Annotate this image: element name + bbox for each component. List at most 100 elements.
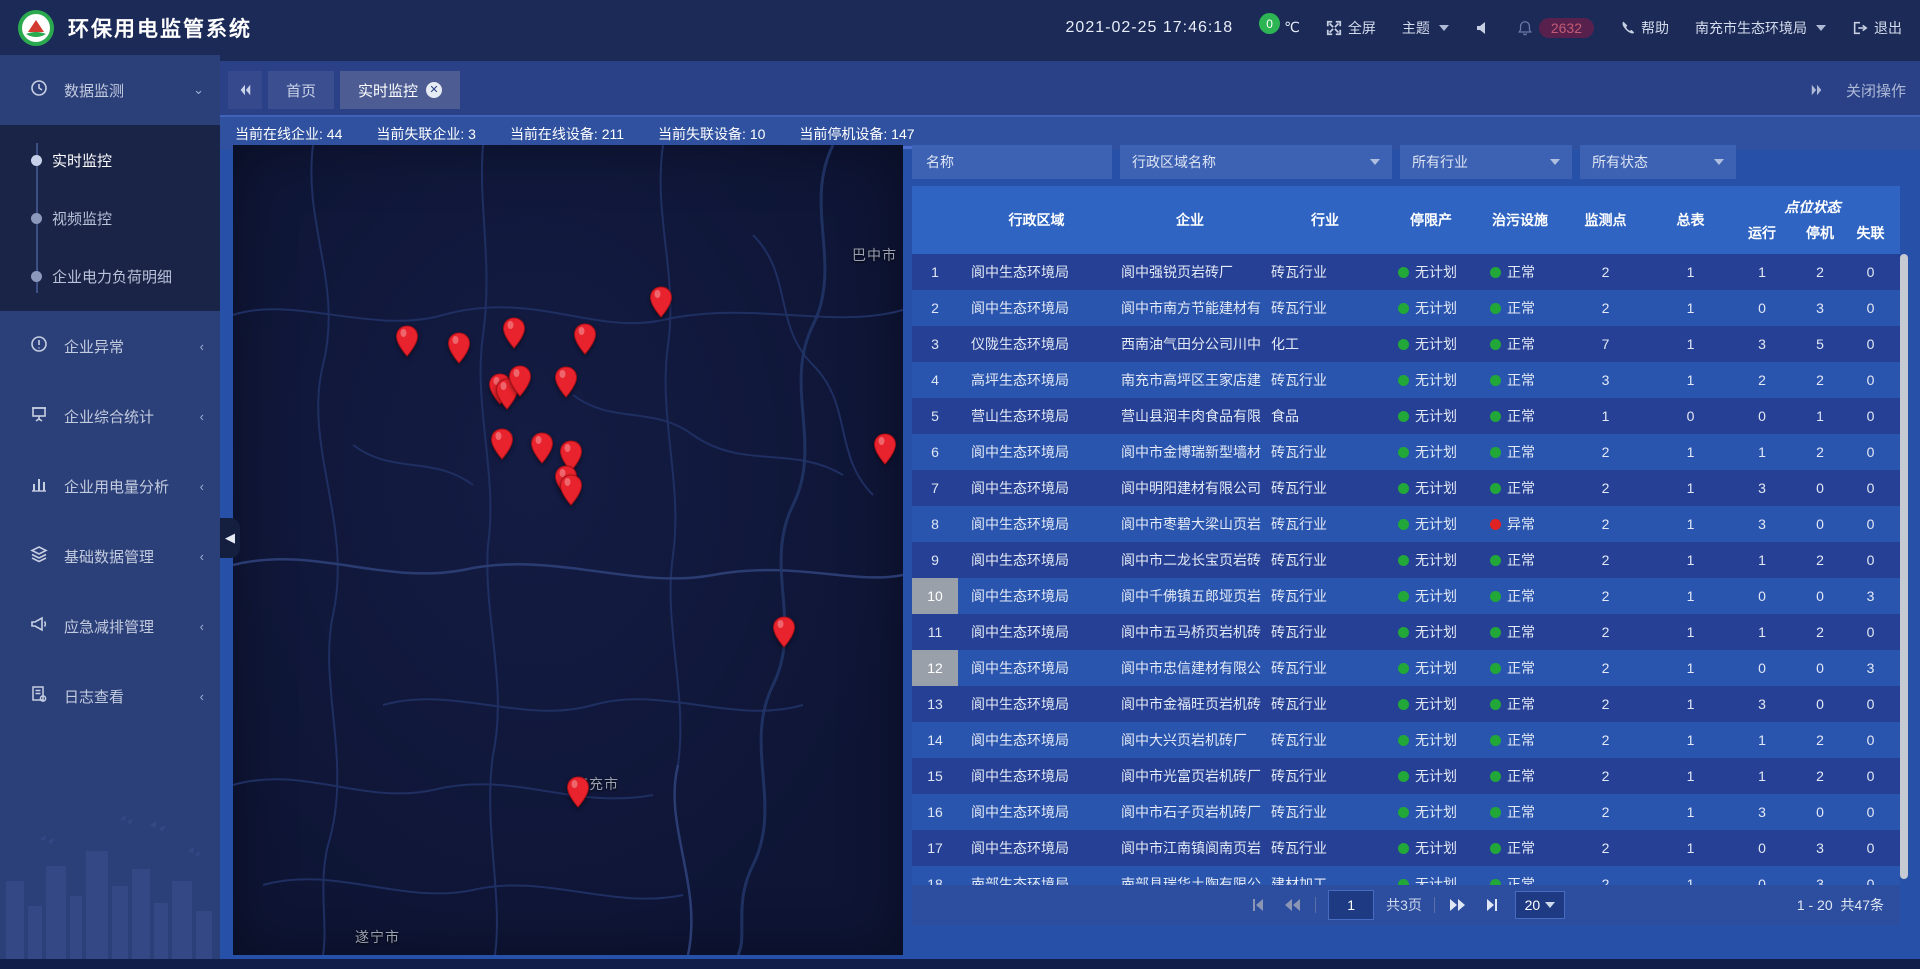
next-page-button[interactable] — [1447, 894, 1469, 916]
map-panel[interactable]: 巴中市南充市遂宁市 — [233, 145, 903, 955]
status-dot-green — [1490, 699, 1501, 710]
sidebar-collapse-handle[interactable]: ◀ — [220, 518, 240, 558]
sidebar-subitem-3[interactable]: 企业电力负荷明细 — [0, 247, 220, 305]
tabs-scroll-left-button[interactable] — [228, 71, 262, 109]
status-dot-green — [1398, 375, 1409, 386]
sidebar-item-1[interactable]: 数据监测⌄ — [0, 55, 220, 125]
map-marker-pin[interactable] — [873, 433, 897, 465]
cell-treatment: 正常 — [1477, 686, 1563, 722]
map-marker-pin[interactable] — [530, 432, 554, 464]
map-marker-pin[interactable] — [559, 474, 583, 506]
main-content: 首页 实时监控 ✕ 关闭操作 当前在线企业: 44当前失联企业: 3当前在线设备… — [220, 55, 1920, 969]
map-marker-pin[interactable] — [395, 325, 419, 357]
help-button[interactable]: 帮助 — [1620, 18, 1669, 38]
theme-dropdown[interactable]: 主题 — [1402, 18, 1449, 38]
cell-stop: 3 — [1791, 830, 1849, 866]
close-tab-icon[interactable]: ✕ — [426, 82, 442, 98]
map-marker-pin[interactable] — [554, 366, 578, 398]
status-dot-green — [1398, 519, 1409, 530]
map-marker-pin[interactable] — [573, 323, 597, 355]
sound-button[interactable] — [1475, 20, 1491, 36]
cell-region: 阆中生态环境局 — [958, 722, 1115, 758]
table-row[interactable]: 9阆中生态环境局阆中市二龙长宝页岩砖砖瓦行业无计划正常21120 — [912, 542, 1900, 578]
cell-company: 阆中市金福旺页岩机砖 — [1115, 686, 1265, 722]
table-row[interactable]: 11阆中生态环境局阆中市五马桥页岩机砖砖瓦行业无计划正常21120 — [912, 614, 1900, 650]
page-number-input[interactable] — [1328, 890, 1374, 920]
cell-monitors: 2 — [1563, 542, 1648, 578]
datetime: 2021-02-25 17:46:18 — [1066, 19, 1234, 37]
close-operations-button[interactable]: 关闭操作 — [1846, 80, 1906, 101]
first-page-button[interactable] — [1247, 894, 1269, 916]
cell-run: 0 — [1733, 866, 1791, 885]
logout-button[interactable]: 退出 — [1852, 18, 1902, 38]
table-row[interactable]: 3仪陇生态环境局西南油气田分公司川中化工无计划正常71350 — [912, 326, 1900, 362]
sidebar-item-2[interactable]: 企业异常‹ — [0, 311, 220, 381]
app-root: 环保用电监管系统 2021-02-25 17:46:18 0 ℃ 全屏 主题 — [0, 0, 1920, 969]
table-row[interactable]: 6阆中生态环境局阆中市金博瑞新型墙材砖瓦行业无计划正常21120 — [912, 434, 1900, 470]
notifications[interactable]: 2632 — [1517, 18, 1594, 38]
sidebar-item-3[interactable]: 企业综合统计‹ — [0, 381, 220, 451]
cell-lost: 0 — [1849, 506, 1892, 542]
chevrons-right-icon[interactable] — [1810, 83, 1824, 97]
table-row[interactable]: 8阆中生态环境局阆中市枣碧大梁山页岩砖瓦行业无计划异常21300 — [912, 506, 1900, 542]
table-row[interactable]: 4高坪生态环境局南充市高坪区王家店建砖瓦行业无计划正常31220 — [912, 362, 1900, 398]
fullscreen-button[interactable]: 全屏 — [1326, 18, 1376, 38]
row-number: 16 — [912, 794, 958, 830]
table-row[interactable]: 18南部生态环境局南部县瑞华土陶有限公建材加工无计划正常21030 — [912, 866, 1900, 885]
chevron-left-icon: ‹ — [200, 479, 204, 494]
cell-region: 阆中生态环境局 — [958, 758, 1115, 794]
tab-home[interactable]: 首页 — [268, 71, 334, 109]
sidebar-item-6[interactable]: 应急减排管理‹ — [0, 591, 220, 661]
col-company: 企业 — [1115, 186, 1265, 254]
sidebar-item-4[interactable]: 企业用电量分析‹ — [0, 451, 220, 521]
status-filter-select[interactable]: 所有状态 — [1580, 145, 1736, 179]
status-dot-green — [1490, 375, 1501, 386]
cell-company: 阆中市枣碧大梁山页岩 — [1115, 506, 1265, 542]
sidebar-subitem-1[interactable]: 实时监控 — [0, 131, 220, 189]
table-body: 1阆中生态环境局阆中强锐页岩砖厂砖瓦行业无计划正常211202阆中生态环境局阆中… — [912, 254, 1900, 885]
name-filter-input[interactable] — [924, 153, 1100, 171]
prev-page-button[interactable] — [1281, 894, 1303, 916]
map-marker-pin[interactable] — [502, 317, 526, 349]
table-scrollbar[interactable] — [1900, 254, 1908, 879]
cell-region: 阆中生态环境局 — [958, 434, 1115, 470]
page-size-select[interactable]: 20 — [1515, 891, 1565, 919]
table-row[interactable]: 7阆中生态环境局阆中明阳建材有限公司砖瓦行业无计划正常21300 — [912, 470, 1900, 506]
sidebar-subitem-2[interactable]: 视频监控 — [0, 189, 220, 247]
map-marker-pin[interactable] — [649, 286, 673, 318]
sidebar-item-5[interactable]: 基础数据管理‹ — [0, 521, 220, 591]
status-dot-green — [1398, 663, 1409, 674]
table-row[interactable]: 10阆中生态环境局阆中千佛镇五郎垭页岩砖瓦行业无计划正常21003 — [912, 578, 1900, 614]
chevron-left-icon: ‹ — [200, 549, 204, 564]
table-row[interactable]: 5营山生态环境局营山县润丰肉食品有限食品无计划正常10010 — [912, 398, 1900, 434]
table-row[interactable]: 14阆中生态环境局阆中大兴页岩机砖厂砖瓦行业无计划正常21120 — [912, 722, 1900, 758]
map-marker-pin[interactable] — [447, 332, 471, 364]
map-marker-pin[interactable] — [508, 365, 532, 397]
tab-realtime-monitor[interactable]: 实时监控 ✕ — [340, 71, 460, 109]
table-row[interactable]: 1阆中生态环境局阆中强锐页岩砖厂砖瓦行业无计划正常21120 — [912, 254, 1900, 290]
cell-region: 阆中生态环境局 — [958, 578, 1115, 614]
phone-icon — [1620, 20, 1635, 35]
org-dropdown[interactable]: 南充市生态环境局 — [1695, 18, 1826, 38]
cell-region: 仪陇生态环境局 — [958, 326, 1115, 362]
last-page-button[interactable] — [1481, 894, 1503, 916]
cell-meters: 1 — [1648, 326, 1733, 362]
table-row[interactable]: 15阆中生态环境局阆中市光富页岩机砖厂砖瓦行业无计划正常21120 — [912, 758, 1900, 794]
col-point-status-group: 点位状态 运行 停机 失联 — [1733, 186, 1892, 254]
cell-company: 阆中明阳建材有限公司 — [1115, 470, 1265, 506]
cell-lost: 0 — [1849, 758, 1892, 794]
table-row[interactable]: 17阆中生态环境局阆中市江南镇阆南页岩砖瓦行业无计划正常21030 — [912, 830, 1900, 866]
table-row[interactable]: 13阆中生态环境局阆中市金福旺页岩机砖砖瓦行业无计划正常21300 — [912, 686, 1900, 722]
cell-run: 1 — [1733, 542, 1791, 578]
industry-filter-select[interactable]: 所有行业 — [1400, 145, 1572, 179]
table-row[interactable]: 2阆中生态环境局阆中市南方节能建材有砖瓦行业无计划正常21030 — [912, 290, 1900, 326]
table-row[interactable]: 12阆中生态环境局阆中市忠信建材有限公砖瓦行业无计划正常21003 — [912, 650, 1900, 686]
col-meters: 总表 — [1648, 186, 1733, 254]
cell-stop: 3 — [1791, 866, 1849, 885]
map-marker-pin[interactable] — [566, 776, 590, 808]
region-filter-select[interactable]: 行政区域名称 — [1120, 145, 1392, 179]
map-marker-pin[interactable] — [490, 428, 514, 460]
map-marker-pin[interactable] — [772, 616, 796, 648]
sidebar-item-7[interactable]: 日志查看‹ — [0, 661, 220, 731]
table-row[interactable]: 16阆中生态环境局阆中市石子页岩机砖厂砖瓦行业无计划正常21300 — [912, 794, 1900, 830]
